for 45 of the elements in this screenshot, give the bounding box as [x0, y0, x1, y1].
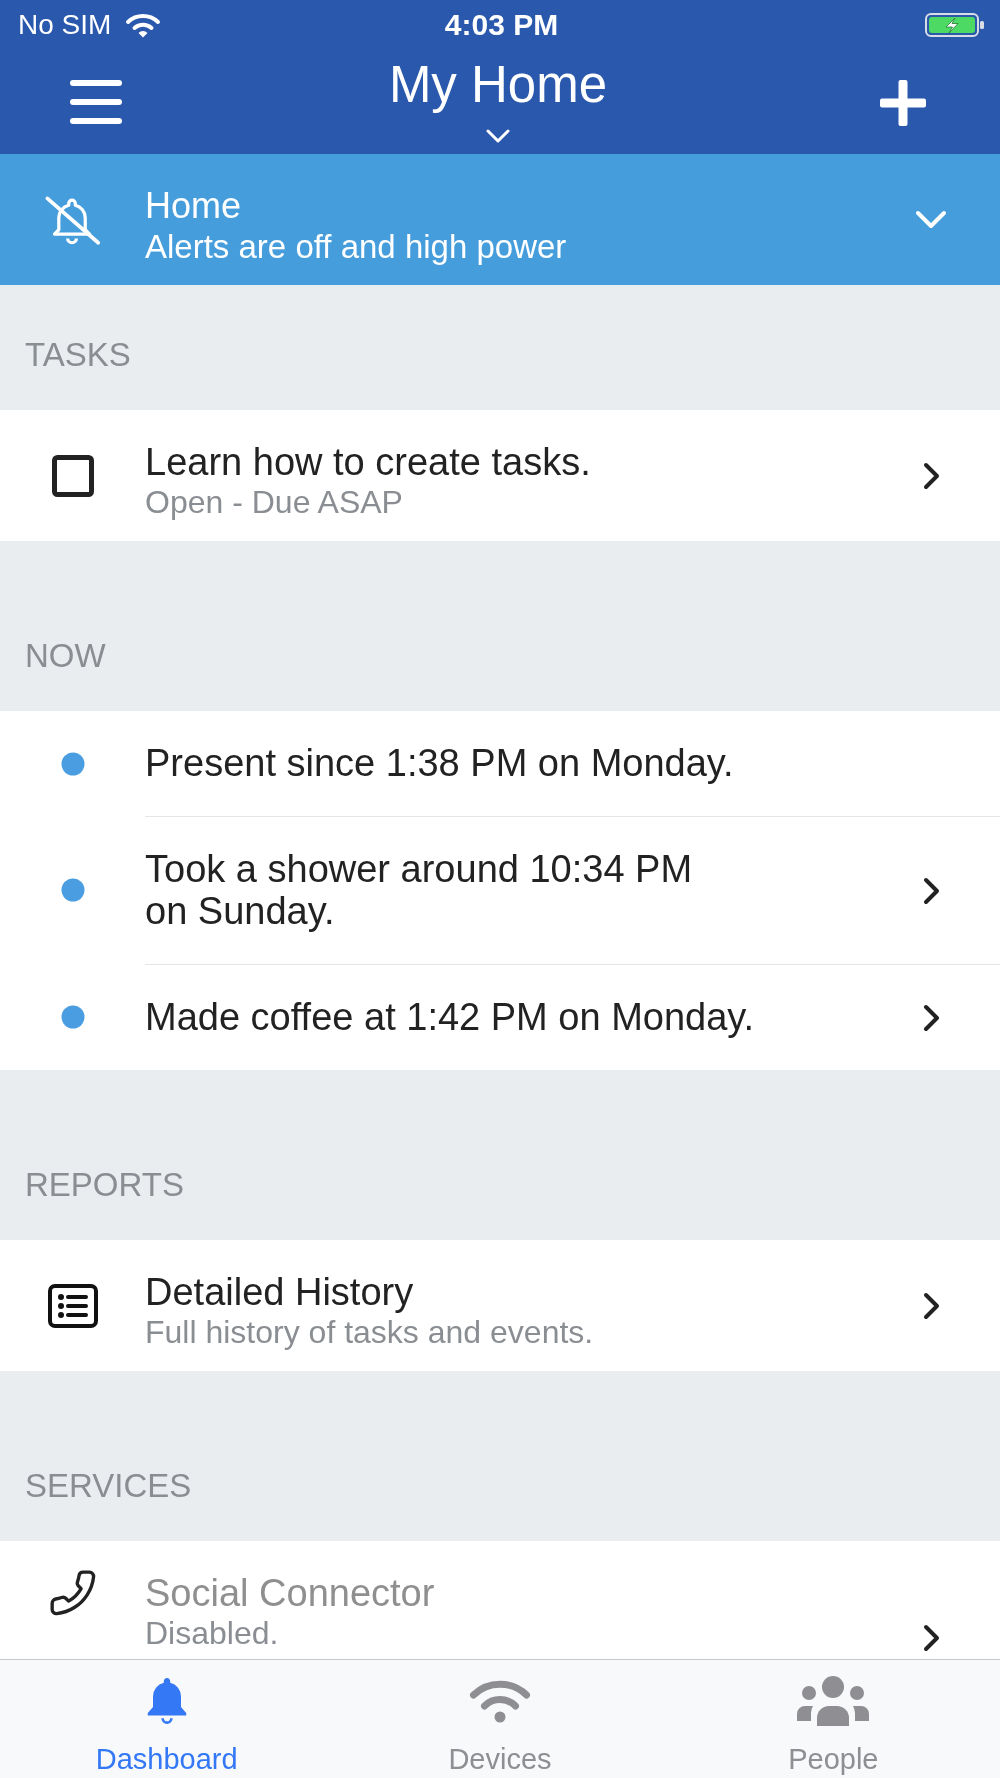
item-subtitle: Open - Due ASAP [145, 483, 404, 521]
bell-off-icon [42, 194, 103, 246]
item-title: Took a shower around 10:34 PM on Sunday. [145, 848, 694, 932]
clock-label: 4:03 PM [444, 8, 559, 42]
checkbox[interactable] [51, 454, 94, 497]
tab[interactable]: Dashboard [0, 1660, 334, 1778]
list-icon [47, 1283, 98, 1328]
caret-icon [486, 129, 510, 143]
section-heading: NOW [24, 636, 107, 676]
mode-subtitle: Alerts are off and high power [145, 227, 568, 267]
item-title: Made coffee at 1:42 PM on Monday. [145, 996, 756, 1038]
chevron-right-icon [923, 1291, 941, 1320]
carrier-label: No SIM [18, 9, 112, 41]
status-dot-icon [60, 1005, 85, 1029]
home-selector[interactable]: My Home [388, 50, 608, 143]
section-heading: SERVICES [24, 1466, 193, 1506]
item-title: Learn how to create tasks. [145, 441, 592, 483]
item-title: Social Connector [145, 1572, 436, 1614]
item-title: Detailed History [145, 1271, 415, 1313]
chevron-right-icon [923, 461, 941, 490]
wifi-icon [469, 1679, 531, 1723]
chevron-right-icon [923, 1003, 941, 1032]
wifi-signal-icon [125, 12, 162, 38]
item-title: Present since 1:38 PM on Monday. [145, 742, 735, 784]
add-button[interactable] [880, 80, 926, 126]
event-row[interactable]: Took a shower around 10:34 PM on Sunday. [0, 816, 1000, 964]
people-icon [797, 1676, 870, 1726]
section-heading: REPORTS [24, 1165, 185, 1205]
section-heading: TASKS [24, 335, 132, 375]
chevron-right-icon [923, 876, 941, 905]
item-subtitle: Full history of tasks and events. [145, 1313, 595, 1351]
menu-button[interactable] [70, 80, 122, 124]
chevron-down-icon [915, 209, 947, 230]
chevron-right-icon [923, 1624, 941, 1652]
status-dot-icon [60, 751, 85, 776]
event-row[interactable]: Present since 1:38 PM on Monday. [0, 711, 1000, 816]
item-subtitle: Disabled. [145, 1614, 280, 1652]
plus-icon [880, 80, 926, 126]
status-dot-icon [60, 878, 85, 902]
report-row[interactable]: Detailed History Full history of tasks and events. [0, 1240, 1000, 1371]
battery-charging-icon [925, 13, 985, 37]
task-row[interactable]: Learn how to create tasks. Open - Due ASAP [0, 410, 1000, 541]
event-row[interactable]: Made coffee at 1:42 PM on Monday. [0, 964, 1000, 1070]
menu-icon [70, 80, 122, 124]
mode-title: Home [145, 185, 243, 227]
